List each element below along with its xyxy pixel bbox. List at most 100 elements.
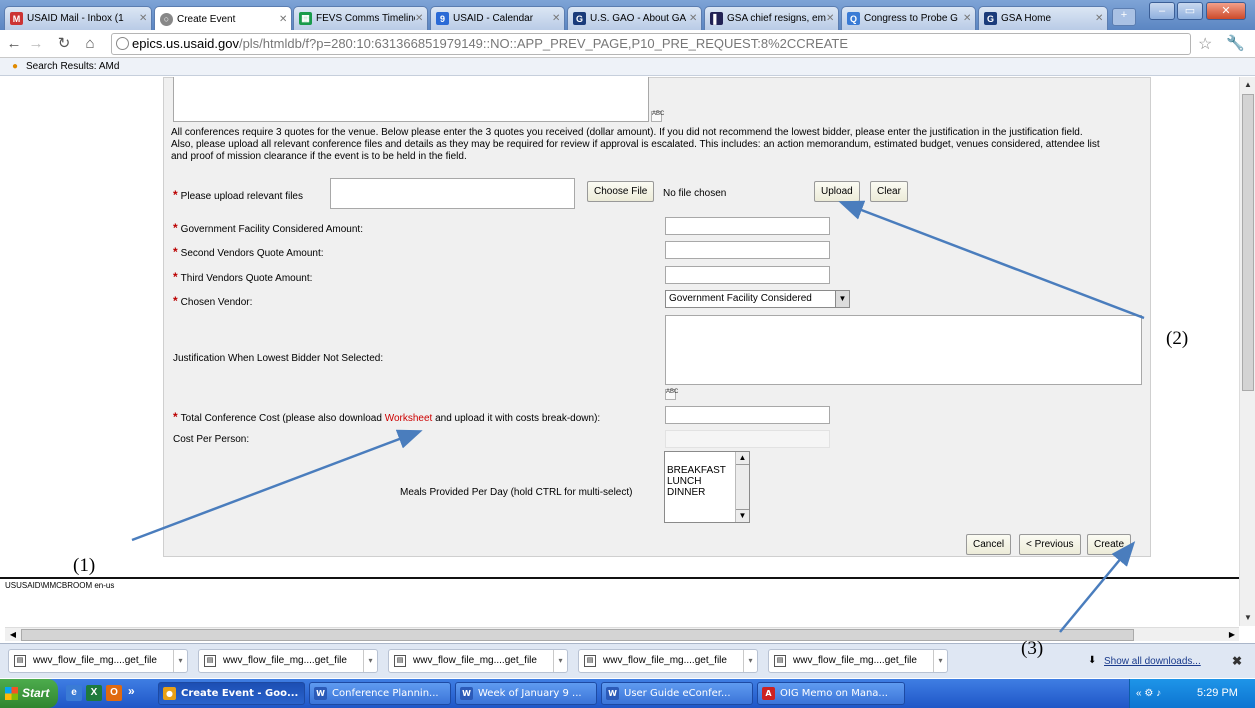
close-icon[interactable]: ✖ <box>1232 654 1242 668</box>
chevron-down-icon[interactable]: ▾ <box>933 650 947 672</box>
gov-facility-amount-input[interactable] <box>665 217 830 235</box>
chosen-vendor-select[interactable]: Government Facility Considered ▼ <box>665 290 850 308</box>
calendar-icon: 9 <box>436 12 449 25</box>
third-vendor-label-text: Third Vendors Quote Amount: <box>180 273 313 284</box>
tab-create-event[interactable]: ○ Create Event ✕ <box>154 6 292 31</box>
outlook-icon[interactable]: O <box>106 685 122 701</box>
tab-usaid-mail[interactable]: M USAID Mail - Inbox (1 ✕ <box>4 6 152 30</box>
total-cost-input[interactable] <box>665 406 830 424</box>
task-create-event[interactable]: ● Create Event - Goo... <box>158 682 305 705</box>
clear-button[interactable]: Clear <box>870 181 908 202</box>
bookmark-search-results[interactable]: Search Results: AMd <box>26 61 119 72</box>
tab-fevs-comms[interactable]: ▦ FEVS Comms Timeline ✕ <box>293 6 428 30</box>
maximize-button[interactable]: ▭ <box>1177 2 1203 20</box>
previous-textarea[interactable] <box>173 77 649 122</box>
close-icon[interactable]: ✕ <box>826 13 838 24</box>
back-arrow-icon[interactable]: ← <box>4 34 24 54</box>
upload-files-input[interactable] <box>330 178 575 209</box>
new-tab-button[interactable]: + <box>1112 8 1136 26</box>
upload-label: * Please upload relevant files <box>173 188 303 202</box>
spellcheck-icon[interactable]: ABC <box>651 111 664 122</box>
file-icon: ▤ <box>394 655 406 667</box>
home-icon[interactable]: ⌂ <box>80 34 100 54</box>
spellcheck-icon[interactable]: ABC <box>665 389 678 400</box>
forward-arrow-icon[interactable]: → <box>26 34 46 54</box>
tab-gsa-chief[interactable]: ▌ GSA chief resigns, em ✕ <box>704 6 839 30</box>
quicklaunch-more[interactable]: » <box>128 684 135 698</box>
task-week-of-january[interactable]: W Week of January 9 ... <box>455 682 597 705</box>
scroll-right-icon[interactable]: ▶ <box>1225 628 1239 642</box>
create-button[interactable]: Create <box>1087 534 1132 555</box>
chevron-down-icon[interactable]: ▾ <box>743 650 757 672</box>
word-icon: W <box>314 687 327 700</box>
tab-usaid-calendar[interactable]: 9 USAID - Calendar ✕ <box>430 6 565 30</box>
previous-button[interactable]: < Previous <box>1019 534 1081 555</box>
bookmark-icon: ● <box>12 61 19 72</box>
bookmark-star-icon[interactable]: ☆ <box>1198 34 1212 54</box>
download-item[interactable]: ▤ wwv_flow_file_mg....get_file ▾ <box>198 649 378 673</box>
scroll-down-icon[interactable]: ▼ <box>1242 611 1254 625</box>
close-icon[interactable]: ✕ <box>963 13 975 24</box>
third-vendor-amount-input[interactable] <box>665 266 830 284</box>
cancel-button[interactable]: Cancel <box>966 534 1012 555</box>
upload-button[interactable]: Upload <box>814 181 860 202</box>
show-all-downloads-link[interactable]: Show all downloads... <box>1104 656 1201 667</box>
close-icon[interactable]: ✕ <box>552 13 564 24</box>
system-tray: « ⚙ ♪ 5:29 PM <box>1129 679 1255 708</box>
justification-textarea[interactable] <box>665 315 1142 385</box>
tab-congress[interactable]: Q Congress to Probe G ✕ <box>841 6 976 30</box>
scrollbar-thumb[interactable] <box>21 629 1134 641</box>
minimize-button[interactable]: – <box>1149 2 1175 20</box>
reload-icon[interactable]: ↻ <box>54 34 74 54</box>
tray-expand[interactable]: « <box>1136 688 1142 699</box>
network-icon[interactable]: ⚙ <box>1144 688 1153 699</box>
address-bar[interactable]: epics.us.usaid.gov/pls/htmldb/f?p=280:10… <box>111 33 1191 55</box>
close-icon[interactable]: ✕ <box>139 13 151 24</box>
chevron-down-icon[interactable]: ▾ <box>553 650 567 672</box>
scroll-left-icon[interactable]: ◀ <box>6 628 20 642</box>
download-item[interactable]: ▤ wwv_flow_file_mg....get_file ▾ <box>578 649 758 673</box>
scroll-up-icon[interactable]: ▲ <box>1242 78 1254 92</box>
download-item[interactable]: ▤ wwv_flow_file_mg....get_file ▾ <box>388 649 568 673</box>
vertical-scrollbar[interactable]: ▲ ▼ <box>1239 77 1255 626</box>
worksheet-link[interactable]: Worksheet <box>385 413 433 424</box>
scroll-up-icon[interactable]: ▲ <box>736 452 749 465</box>
volume-icon[interactable]: ♪ <box>1156 688 1161 699</box>
close-icon[interactable]: ✕ <box>689 13 701 24</box>
tab-label: USAID Mail - Inbox (1 <box>27 13 124 24</box>
second-vendor-amount-input[interactable] <box>665 241 830 259</box>
scrollbar-thumb[interactable] <box>1242 94 1254 391</box>
tab-gao[interactable]: G U.S. GAO - About GA ✕ <box>567 6 702 30</box>
tray-icons[interactable]: « ⚙ ♪ <box>1136 679 1161 708</box>
third-vendor-label: * Third Vendors Quote Amount: <box>173 270 312 284</box>
tab-label: Congress to Probe G <box>864 13 958 24</box>
downloads-bar: ▤ wwv_flow_file_mg....get_file ▾ ▤ wwv_flow… <box>0 643 1255 678</box>
wrench-icon[interactable]: 🔧 <box>1226 34 1245 52</box>
chrome-icon: ● <box>163 687 176 700</box>
start-button[interactable]: Start <box>0 679 58 708</box>
excel-icon[interactable]: X <box>86 685 102 701</box>
scroll-down-icon[interactable]: ▼ <box>736 509 749 522</box>
download-item[interactable]: ▤ wwv_flow_file_mg....get_file ▾ <box>8 649 188 673</box>
window-close-button[interactable]: ✕ <box>1206 2 1246 20</box>
download-item[interactable]: ▤ wwv_flow_file_mg....get_file ▾ <box>768 649 948 673</box>
horizontal-scrollbar[interactable]: ◀ ▶ <box>5 627 1239 641</box>
task-conference-planning[interactable]: W Conference Plannin... <box>309 682 451 705</box>
listbox-scrollbar[interactable]: ▲ ▼ <box>735 452 749 522</box>
gmail-icon: M <box>10 12 23 25</box>
gov-facility-label-text: Government Facility Considered Amount: <box>180 224 363 235</box>
chevron-down-icon[interactable]: ▾ <box>363 650 377 672</box>
close-icon[interactable]: ✕ <box>279 14 291 25</box>
ie-icon[interactable]: e <box>66 685 82 701</box>
q-icon: Q <box>847 12 860 25</box>
choose-file-button[interactable]: Choose File <box>587 181 655 202</box>
chosen-vendor-value: Government Facility Considered <box>669 293 812 304</box>
annotation-3: (3) <box>1021 638 1044 659</box>
close-icon[interactable]: ✕ <box>415 13 427 24</box>
chevron-down-icon[interactable]: ▾ <box>173 650 187 672</box>
task-user-guide[interactable]: W User Guide eConfer... <box>601 682 753 705</box>
close-icon[interactable]: ✕ <box>1095 13 1107 24</box>
task-oig-memo[interactable]: A OIG Memo on Mana... <box>757 682 905 705</box>
meals-listbox[interactable]: BREAKFAST LUNCH DINNER ▲ ▼ <box>664 451 750 523</box>
tab-gsa-home[interactable]: G GSA Home ✕ <box>978 6 1108 30</box>
